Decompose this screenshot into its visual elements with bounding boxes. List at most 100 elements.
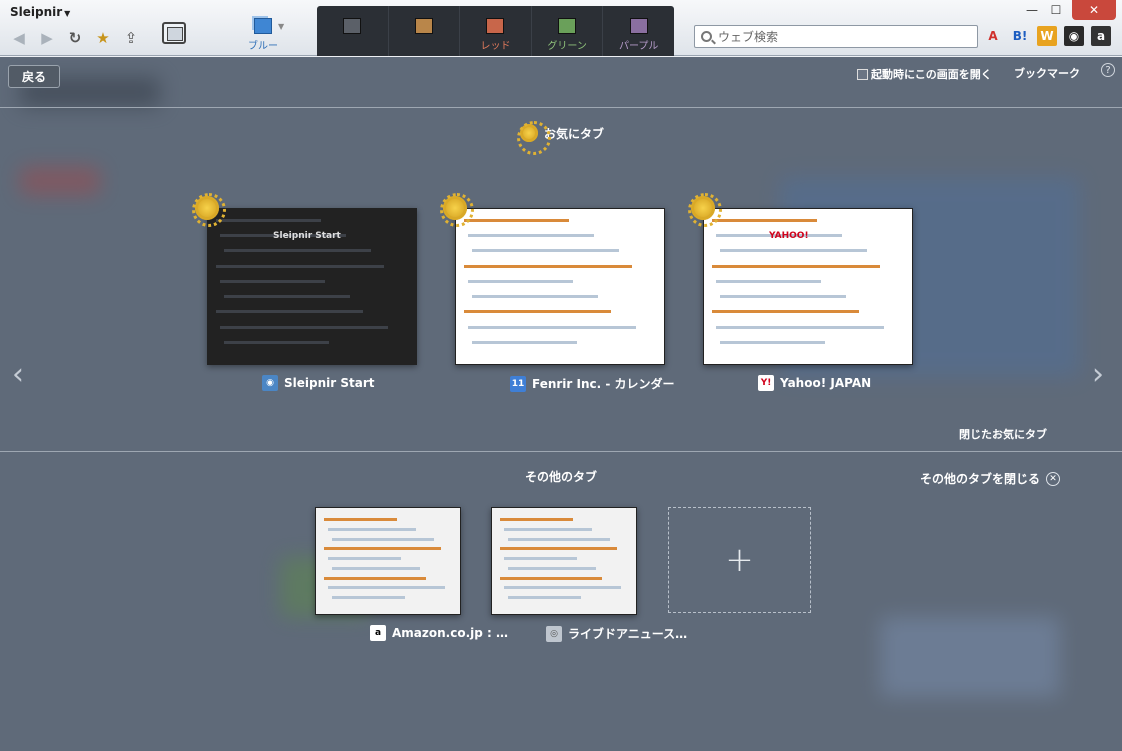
thumbnail-content [216, 310, 363, 314]
group-label: パープル [618, 41, 659, 52]
close-other-tabs-label: その他のタブを閉じる [920, 472, 1041, 486]
chevron-down-icon[interactable]: ▼ [278, 22, 284, 31]
back-button[interactable]: 戻る [8, 65, 60, 88]
favorite-tabs-title: お気にタブ [544, 126, 605, 141]
tab-label[interactable]: ◉ Sleipnir Start [262, 375, 374, 391]
search-icon [701, 31, 712, 42]
tab-title: Amazon.co.jp : … [392, 626, 508, 640]
prev-arrow-icon[interactable]: ‹ [12, 357, 24, 392]
tab-label[interactable]: a Amazon.co.jp : … [370, 625, 508, 641]
tab-title: Fenrir Inc. - カレンダー [532, 377, 675, 391]
tab-thumbnail[interactable]: YAHOO! [703, 208, 913, 365]
chevron-down-icon: ▼ [64, 9, 71, 18]
tab-group-0[interactable] [317, 6, 389, 56]
thumbnail-content [220, 325, 388, 329]
group-color-icon [254, 18, 272, 34]
thumbnail-content [220, 279, 325, 283]
tab-title: ライブドアニュース… [568, 627, 688, 641]
acrobat-icon[interactable]: A [983, 26, 1003, 46]
thumbnail-content [324, 576, 427, 580]
search-box[interactable] [694, 25, 978, 48]
back-arrow-icon[interactable]: ◀ [8, 27, 30, 49]
group-color-icon [629, 18, 648, 34]
ninja-icon[interactable]: ◉ [1064, 26, 1084, 46]
group-color-icon [558, 18, 577, 34]
thumbnail-content [504, 527, 592, 531]
wikipedia-icon[interactable]: W [1037, 26, 1057, 46]
maximize-button[interactable]: ☐ [1044, 0, 1068, 20]
group-color-icon [343, 18, 362, 34]
thumbnail-content [224, 249, 371, 253]
thumbnail-content [500, 576, 603, 580]
thumbnail-content [216, 264, 384, 268]
tab-group-1[interactable] [389, 6, 461, 56]
tab-label[interactable]: Y! Yahoo! JAPAN [758, 375, 871, 391]
thumbnail-content [324, 547, 441, 551]
browser-toolbar: Sleipnir▼ ◀ ▶ ↻ ★ ⇪ ブルー ▼ レッドグリーンパープル — … [0, 0, 1122, 56]
thumbnail-content [500, 518, 573, 521]
forward-arrow-icon[interactable]: ▶ [36, 27, 58, 49]
tab-group-blue[interactable]: ブルー ▼ [210, 6, 316, 56]
share-icon[interactable]: ⇪ [120, 27, 142, 49]
thumbnail-content [464, 310, 611, 314]
favorite-badge-icon [517, 121, 551, 155]
thumbnail-content [224, 295, 350, 299]
group-label: ブルー [248, 41, 278, 52]
background-blur [880, 617, 1060, 697]
other-tabs-title: その他のタブ [525, 470, 598, 484]
divider [0, 451, 1122, 452]
close-other-tabs-button[interactable]: その他のタブを閉じる ✕ [920, 470, 1061, 487]
next-arrow-icon[interactable]: › [1092, 357, 1104, 392]
thumbnail-title: YAHOO! [769, 231, 809, 241]
thumbnail-content [468, 279, 573, 283]
thumbnail-content [508, 596, 581, 600]
favorite-badge-icon[interactable] [688, 193, 722, 227]
thumbnail-content [712, 219, 817, 222]
reload-icon[interactable]: ↻ [64, 27, 86, 49]
favorite-badge-icon[interactable] [192, 193, 226, 227]
thumbnail-content [464, 219, 569, 222]
thumbnail-content [500, 547, 617, 551]
yahoo-icon: Y! [758, 375, 774, 391]
thumbnail-content [468, 325, 636, 329]
tab-label[interactable]: 11 Fenrir Inc. - カレンダー [510, 375, 675, 392]
thumbnail-content [472, 249, 619, 253]
amazon-icon[interactable]: a [1091, 26, 1111, 46]
hatena-bookmark-icon[interactable]: B! [1010, 26, 1030, 46]
tab-thumbnail[interactable] [491, 507, 637, 615]
tab-label[interactable]: ◎ ライブドアニュース… [546, 625, 687, 642]
new-tab-button[interactable]: + [668, 507, 811, 613]
thumbnail-content [332, 566, 420, 570]
startup-option[interactable]: 起動時にこの画面を開く [857, 66, 992, 82]
bookmark-link[interactable]: ブックマーク [1014, 65, 1080, 81]
tab-thumbnail[interactable] [455, 208, 665, 365]
star-icon[interactable]: ★ [92, 27, 114, 49]
tab-overview: 戻る 起動時にこの画面を開く ブックマーク ? お気にタブ ‹ › Sleipn… [0, 57, 1122, 751]
tab-group-4[interactable]: パープル [603, 6, 674, 56]
thumbnail-content [504, 586, 621, 590]
close-window-button[interactable]: ✕ [1072, 0, 1116, 20]
close-icon: ✕ [1046, 471, 1061, 486]
tab-group-3[interactable]: グリーン [532, 6, 604, 56]
search-input[interactable] [718, 29, 958, 44]
background-blur [20, 167, 100, 195]
livedoor-icon: ◎ [546, 625, 562, 642]
startup-checkbox[interactable] [857, 68, 868, 80]
thumbnail-content [216, 219, 321, 222]
thumbnail-content [508, 537, 611, 541]
tab-thumbnail[interactable] [315, 507, 461, 615]
thumbnail-content [224, 340, 329, 344]
minimize-button[interactable]: — [1020, 0, 1044, 20]
group-label: グリーン [547, 41, 587, 52]
tab-view-button[interactable] [162, 22, 186, 44]
tab-group-2[interactable]: レッド [460, 6, 532, 56]
closed-favorites-link[interactable]: 閉じたお気にタブ [959, 426, 1047, 442]
help-icon[interactable]: ? [1101, 63, 1115, 77]
favorite-badge-icon[interactable] [440, 193, 474, 227]
group-color-icon [414, 18, 433, 34]
tab-group-strip: レッド グリーン パープル [317, 6, 674, 56]
thumbnail-content [328, 586, 445, 590]
tab-thumbnail[interactable]: Sleipnir Start [207, 208, 417, 365]
thumbnail-content [328, 557, 401, 561]
app-menu[interactable]: Sleipnir ▼ [10, 5, 70, 19]
